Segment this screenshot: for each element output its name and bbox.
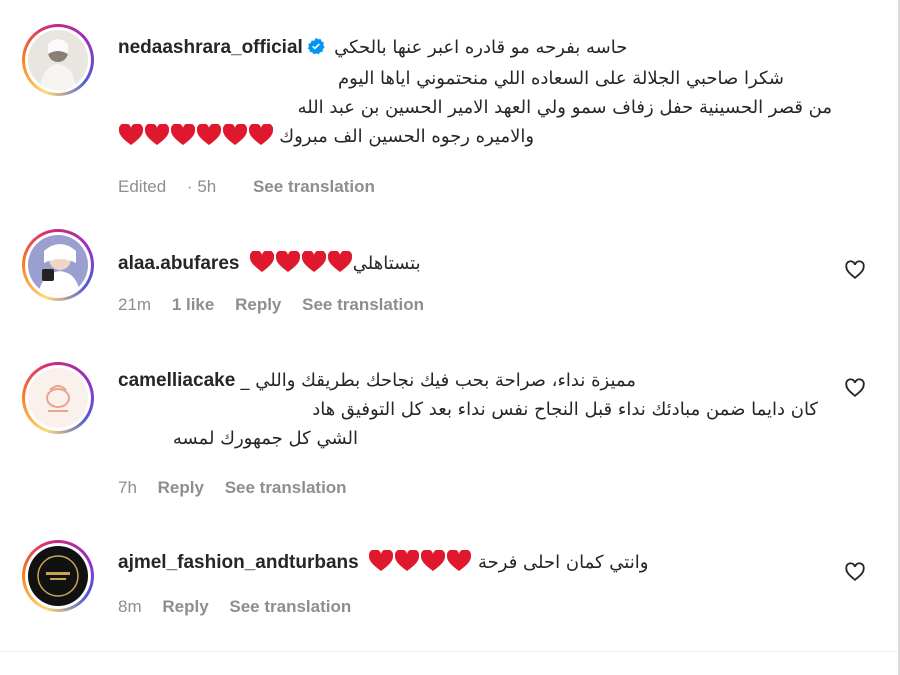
reply-button[interactable]: Reply <box>235 295 281 314</box>
red-heart-emoji <box>222 123 248 145</box>
comment-time: 21m <box>118 295 152 314</box>
red-heart-emoji <box>327 250 352 272</box>
comment-likes[interactable]: 1 like <box>172 295 215 314</box>
caption-line-1: nedaashrara_official حاسه بفرحه مو قادره… <box>118 33 832 64</box>
comment-text: بتستاهلي <box>352 253 421 274</box>
red-heart-emoji <box>196 123 222 145</box>
username[interactable]: nedaashrara_official <box>118 37 303 58</box>
comment-text: مميزة نداء، صراحة بحب فيك نجاحك بطريقك و… <box>240 370 636 391</box>
like-heart-icon[interactable] <box>844 561 866 583</box>
red-heart-emoji <box>420 549 446 571</box>
reply-button[interactable]: Reply <box>158 478 204 497</box>
red-heart-emoji <box>394 549 420 571</box>
like-heart-icon[interactable] <box>844 377 866 399</box>
comment-item: ajmel_fashion_andturbans وانتي كمان احلى… <box>0 530 898 650</box>
red-heart-emoji <box>249 250 274 272</box>
comment-username[interactable]: alaa.abufares <box>118 253 239 274</box>
avatar-image <box>28 30 88 90</box>
see-translation-link[interactable]: See translation <box>225 478 347 497</box>
comment-text-line: camelliacake مميزة نداء، صراحة بحب فيك ن… <box>118 366 818 395</box>
avatar[interactable] <box>22 24 94 96</box>
see-translation-link[interactable]: See translation <box>253 177 375 196</box>
comment-time: 8m <box>118 597 142 616</box>
avatar-image <box>28 235 88 295</box>
red-heart-emoji <box>368 549 394 571</box>
see-translation-link[interactable]: See translation <box>229 597 351 616</box>
comment-meta: 21m 1 like Reply See translation <box>118 295 440 315</box>
red-heart-emoji <box>144 123 170 145</box>
divider <box>0 651 898 652</box>
red-heart-emoji <box>446 549 472 571</box>
comment-text-line: ajmel_fashion_andturbans وانتي كمان احلى… <box>118 548 648 577</box>
comment-text: كان دايما ضمن مبادئك نداء قبل النجاح نفس… <box>312 399 818 420</box>
red-heart-emoji <box>248 123 274 145</box>
caption-line-2: شكرا صاحبي الجلالة على السعاده اللي منحت… <box>337 68 784 89</box>
caption-text: حاسه بفرحه مو قادره اعبر عنها بالحكي <box>334 37 628 58</box>
comment-item: camelliacake مميزة نداء، صراحة بحب فيك ن… <box>0 330 898 530</box>
caption-line-3: من قصر الحسينية حفل زفاف سمو ولي العهد ا… <box>297 97 832 118</box>
edited-label: Edited · 5h <box>118 177 217 196</box>
like-heart-icon[interactable] <box>844 259 866 281</box>
red-heart-emoji <box>170 123 196 145</box>
comment-text: الشي كل جمهورك لمسه <box>172 428 358 449</box>
comment-meta: 8m Reply See translation <box>118 597 367 617</box>
comment-time: 7h <box>118 478 137 497</box>
verified-badge-icon <box>307 35 325 64</box>
avatar-image <box>28 546 88 606</box>
caption-meta: Edited · 5h See translation <box>118 177 391 197</box>
see-translation-link[interactable]: See translation <box>302 295 424 314</box>
comment-text: وانتي كمان احلى فرحة <box>478 552 649 573</box>
post-caption: nedaashrara_official حاسه بفرحه مو قادره… <box>0 0 898 215</box>
avatar[interactable] <box>22 229 94 301</box>
caption-line-4: والاميره رجوه الحسين الف مبروك <box>118 122 718 151</box>
comment-username[interactable]: ajmel_fashion_andturbans <box>118 552 359 573</box>
caption-text: والاميره رجوه الحسين الف مبروك <box>279 126 535 147</box>
comment-meta: 7h Reply See translation <box>118 478 363 498</box>
red-heart-emoji <box>275 250 300 272</box>
red-heart-emoji <box>301 250 326 272</box>
comment-username[interactable]: camelliacake <box>118 370 235 391</box>
comment-item: alaa.abufares بتستاهلي 21m 1 like Reply … <box>0 215 898 330</box>
comment-text-line: alaa.abufares بتستاهلي <box>118 249 421 278</box>
reply-button[interactable]: Reply <box>162 597 208 616</box>
heart-emojis <box>118 123 279 147</box>
avatar[interactable] <box>22 540 94 612</box>
red-heart-emoji <box>118 123 144 145</box>
avatar[interactable] <box>22 362 94 434</box>
avatar-image <box>28 368 88 428</box>
